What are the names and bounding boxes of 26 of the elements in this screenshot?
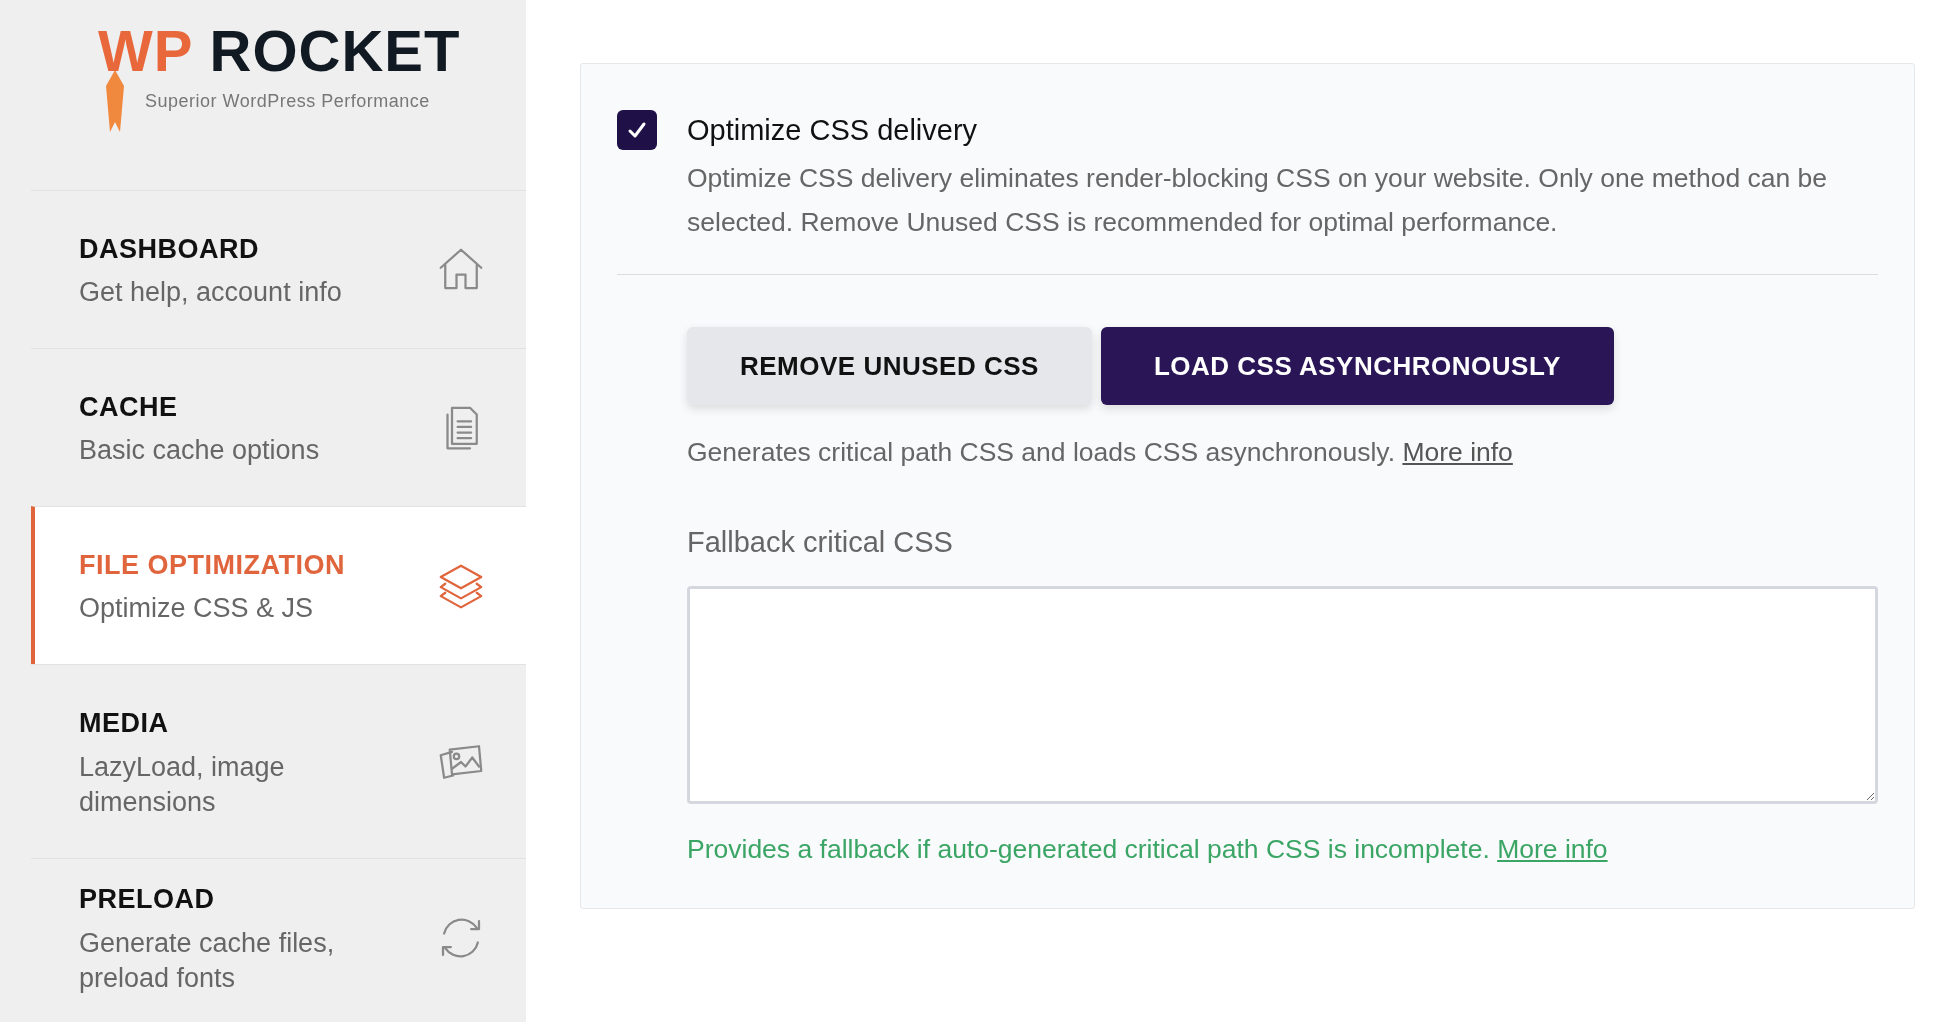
sidebar-item[interactable]: PRELOAD Generate cache files, preload fonts — [31, 858, 526, 1016]
option-title: Optimize CSS delivery — [687, 113, 979, 148]
nav-subtitle: Get help, account info — [79, 276, 343, 310]
logo-wordmark: WP ROCKET — [98, 22, 461, 80]
sidebar-item[interactable]: DASHBOARD Get help, account info — [31, 190, 526, 348]
method-tab[interactable]: LOAD CSS ASYNCHRONOUSLY — [1100, 327, 1614, 405]
fallback-hint: Provides a fallback if auto-generated critical path CSS is incomplete. More info — [687, 833, 1609, 867]
nav-subtitle: Generate cache files, preload fonts — [79, 926, 336, 995]
sidebar-item[interactable]: MEDIA LazyLoad, image dimensions — [31, 664, 526, 858]
nav-title: CACHE — [79, 390, 179, 424]
fallback-css-field[interactable] — [687, 586, 1878, 805]
more-info-link[interactable]: More info — [1402, 437, 1513, 467]
nav-title: DASHBOARD — [79, 232, 260, 266]
nav-title: PRELOAD — [79, 883, 216, 917]
nav-title: MEDIA — [79, 707, 170, 741]
method-help-text: Generates critical path CSS and loads CSS asynchronously. More info — [687, 436, 1514, 469]
method-tab[interactable]: REMOVE UNUSED CSS — [687, 327, 1092, 405]
sidebar-item[interactable]: FILE OPTIMIZATION Optimize CSS & JS — [31, 506, 526, 664]
fallback-label: Fallback critical CSS — [687, 524, 954, 560]
logo-tagline: Superior WordPress Performance — [145, 90, 431, 113]
nav-subtitle: Optimize CSS & JS — [79, 592, 315, 626]
nav-subtitle: Basic cache options — [79, 434, 321, 468]
checkbox[interactable] — [617, 110, 657, 150]
nav-subtitle: LazyLoad, image dimensions — [79, 750, 286, 819]
option-description: Optimize CSS delivery eliminates render-blocking CSS on your website. Only one method can be selected. Remove Unused CSS is recommended for optimal performance. — [687, 162, 1829, 239]
nav-title: FILE OPTIMIZATION — [79, 548, 346, 582]
